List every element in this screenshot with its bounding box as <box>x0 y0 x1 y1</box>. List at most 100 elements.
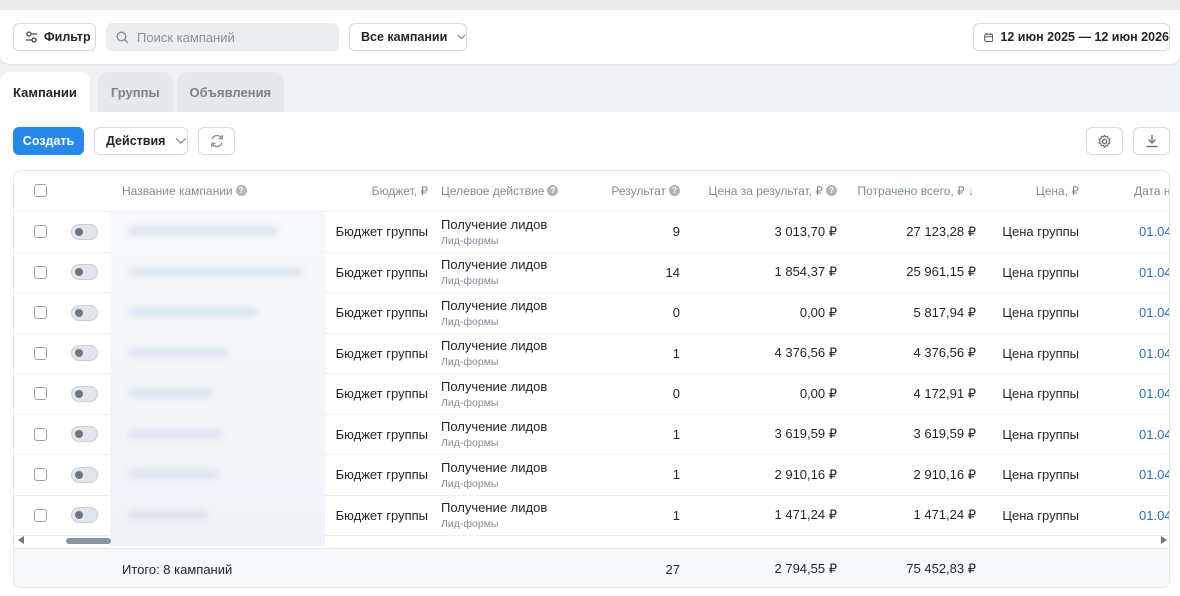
search-box[interactable] <box>106 23 339 51</box>
search-icon <box>116 30 129 43</box>
row-checkbox[interactable] <box>34 468 47 482</box>
calendar-icon <box>984 32 994 42</box>
horizontal-scrollbar[interactable] <box>14 533 1169 547</box>
table-header: Название кампании? Бюджет, ₽ Целевое дей… <box>14 171 1169 212</box>
download-button[interactable] <box>1133 127 1170 155</box>
table-settings-button[interactable] <box>1086 127 1123 155</box>
result-cell: 1 <box>672 426 680 442</box>
start-date-link[interactable]: 01.04. <box>1139 496 1169 536</box>
spent-cell: 4 172,91 ₽ <box>913 385 977 401</box>
row-select-cell <box>34 212 47 252</box>
goal-cell: Получение лидов Лид-формы <box>441 212 547 252</box>
campaign-status-toggle[interactable] <box>71 426 98 443</box>
tab-ads[interactable]: Объявления <box>176 72 285 112</box>
start-date-link[interactable]: 01.04. <box>1139 212 1169 252</box>
tab-groups[interactable]: Группы <box>97 72 173 112</box>
help-icon[interactable]: ? <box>826 185 837 197</box>
filter-label: Фильтр <box>44 30 91 44</box>
header-budget[interactable]: Бюджет, ₽ <box>344 171 428 211</box>
row-select-cell <box>34 253 47 293</box>
cost-per-result-cell: 1 854,37 ₽ <box>774 264 838 280</box>
row-checkbox[interactable] <box>34 225 47 239</box>
spent-cell: 3 619,59 ₽ <box>913 426 977 442</box>
header-cost-per-result[interactable]: Цена за результат, ₽? <box>694 171 837 211</box>
redacted-name <box>128 348 228 358</box>
row-checkbox[interactable] <box>34 346 47 360</box>
create-button[interactable]: Создать <box>13 127 84 155</box>
cost-per-result-cell: 4 376,56 ₽ <box>774 345 838 361</box>
goal-title: Получение лидов <box>441 257 548 273</box>
campaign-status-toggle[interactable] <box>71 345 98 362</box>
start-date-link[interactable]: 01.04. <box>1139 334 1169 374</box>
header-name[interactable]: Название кампании? <box>122 171 247 211</box>
row-checkbox[interactable] <box>34 427 47 441</box>
result-cell: 1 <box>672 507 680 523</box>
row-toggle-cell <box>71 334 98 374</box>
goal-subtitle: Лид-формы <box>441 437 499 450</box>
row-select-cell <box>34 334 47 374</box>
start-date-link[interactable]: 01.04. <box>1139 293 1169 333</box>
select-all-checkbox[interactable] <box>34 184 47 198</box>
result-cell: 0 <box>672 386 680 402</box>
header-price[interactable]: Цена, ₽ <box>994 171 1079 211</box>
goal-title: Получение лидов <box>441 338 548 354</box>
goal-title: Получение лидов <box>441 419 548 435</box>
row-checkbox[interactable] <box>34 265 47 279</box>
campaigns-table: Название кампании? Бюджет, ₽ Целевое дей… <box>13 170 1170 588</box>
row-select-cell <box>34 374 47 414</box>
filter-button[interactable]: Фильтр <box>13 23 96 51</box>
campaign-status-toggle[interactable] <box>71 385 98 402</box>
price-cell: Цена группы <box>1002 507 1079 523</box>
start-date-link[interactable]: 01.04. <box>1139 374 1169 414</box>
campaign-status-toggle[interactable] <box>71 466 98 483</box>
total-cost-per-result: 2 794,55 ₽ <box>774 561 838 576</box>
scroll-right-icon[interactable] <box>1161 536 1167 544</box>
goal-title: Получение лидов <box>441 459 548 475</box>
campaign-select[interactable]: Все кампании <box>349 23 467 51</box>
campaign-status-toggle[interactable] <box>71 223 98 240</box>
spent-cell: 5 817,94 ₽ <box>913 304 977 320</box>
campaign-status-toggle[interactable] <box>71 507 98 524</box>
toolbar: Фильтр Все кампании 12 июн 2025 — 12 июн… <box>0 10 1180 64</box>
price-cell: Цена группы <box>1002 345 1079 361</box>
start-date-link[interactable]: 01.04. <box>1139 253 1169 293</box>
goal-title: Получение лидов <box>441 378 548 394</box>
redacted-campaign-names <box>110 212 325 546</box>
goal-subtitle: Лид-формы <box>441 315 499 328</box>
refresh-button[interactable] <box>198 127 235 155</box>
top-strip <box>0 0 1180 10</box>
header-goal[interactable]: Целевое действие? <box>441 171 559 211</box>
goal-cell: Получение лидов Лид-формы <box>441 455 547 495</box>
header-start-date[interactable]: Дата на <box>1134 171 1169 211</box>
actions-dropdown[interactable]: Действия <box>94 127 188 155</box>
row-checkbox[interactable] <box>34 387 47 401</box>
row-select-cell <box>34 455 47 495</box>
row-toggle-cell <box>71 415 98 455</box>
toggle-knob <box>75 349 83 358</box>
start-date-link[interactable]: 01.04. <box>1139 455 1169 495</box>
campaign-status-toggle[interactable] <box>71 264 98 281</box>
header-spent[interactable]: Потрачено всего, ₽ ↓ <box>844 171 974 211</box>
goal-subtitle: Лид-формы <box>441 396 499 409</box>
help-icon[interactable]: ? <box>547 185 559 197</box>
date-range-button[interactable]: 12 июн 2025 — 12 июн 2026 <box>973 23 1170 51</box>
row-checkbox[interactable] <box>34 508 47 522</box>
row-toggle-cell <box>71 293 98 333</box>
download-icon <box>1146 135 1157 148</box>
help-icon[interactable]: ? <box>669 185 680 197</box>
scroll-left-icon[interactable] <box>18 536 24 544</box>
search-input[interactable] <box>137 29 327 45</box>
goal-subtitle: Лид-формы <box>441 477 499 490</box>
campaign-status-toggle[interactable] <box>71 304 98 321</box>
toggle-knob <box>75 389 83 398</box>
row-select-cell <box>34 293 47 333</box>
row-checkbox[interactable] <box>34 306 47 320</box>
row-toggle-cell <box>71 253 98 293</box>
result-cell: 1 <box>672 467 680 483</box>
scroll-thumb[interactable] <box>66 538 111 544</box>
start-date-link[interactable]: 01.04. <box>1139 415 1169 455</box>
tab-campaigns[interactable]: Кампании <box>0 72 90 112</box>
cost-per-result-cell: 2 910,16 ₽ <box>774 466 838 482</box>
header-result[interactable]: Результат? <box>594 171 680 211</box>
help-icon[interactable]: ? <box>235 185 247 197</box>
